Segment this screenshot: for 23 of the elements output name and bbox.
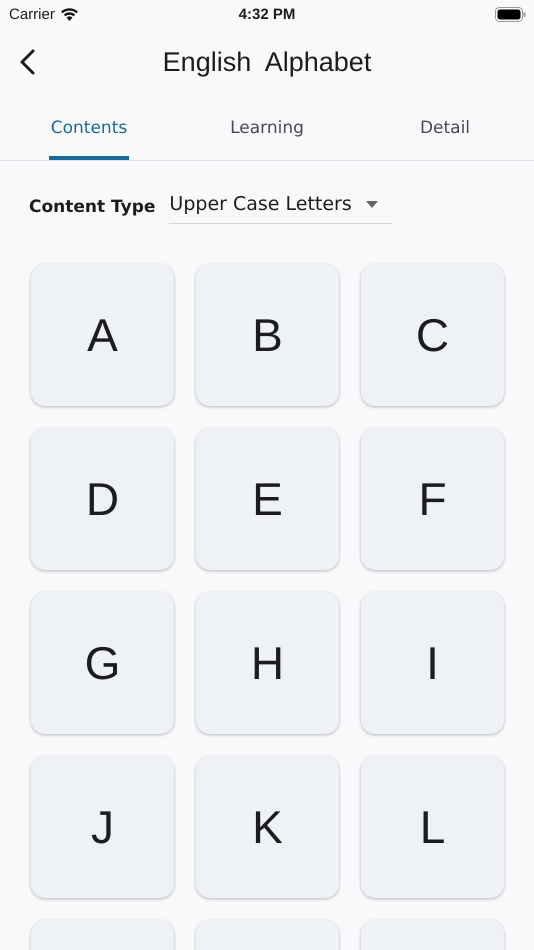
tab[interactable]: Learning (228, 96, 306, 160)
tab[interactable]: Detail (418, 96, 472, 160)
caret-icon (366, 200, 378, 208)
letter-card[interactable]: G (31, 592, 174, 734)
content-type-label: Content Type (29, 196, 156, 216)
clock-time: 4:32 PM (238, 6, 296, 22)
battery-icon (495, 6, 526, 22)
letter-card[interactable]: F (361, 428, 504, 570)
content-type-dropdown[interactable]: Upper Case Letters (169, 189, 392, 224)
letter-card[interactable]: J (31, 756, 174, 898)
tab[interactable]: Contents (48, 96, 130, 160)
letter-card[interactable]: I (361, 592, 504, 734)
wifi-icon (60, 7, 79, 21)
letter-card[interactable]: K (196, 756, 339, 898)
letter-card[interactable]: E (196, 428, 339, 570)
carrier-label: Carrier (9, 6, 55, 22)
letter-card[interactable]: H (196, 592, 339, 734)
letter-card[interactable]: L (361, 756, 504, 898)
letter-card[interactable]: A (31, 264, 174, 406)
page-title: English Alphabet (162, 46, 372, 78)
letter-card[interactable]: B (196, 264, 339, 406)
letter-card[interactable]: C (361, 264, 504, 406)
letter-card[interactable]: D (31, 428, 174, 570)
